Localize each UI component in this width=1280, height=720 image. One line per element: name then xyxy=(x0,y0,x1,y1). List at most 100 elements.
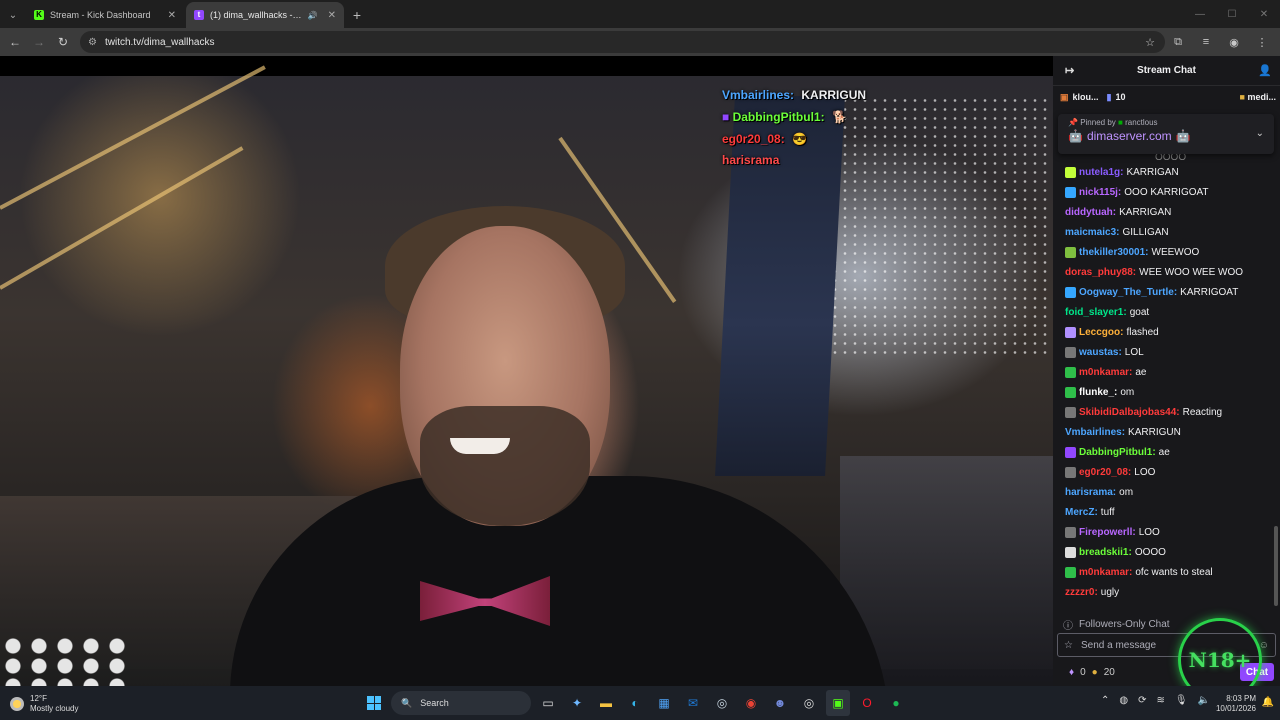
collapse-chat-icon[interactable]: ↦ xyxy=(1065,64,1074,77)
leaderboard[interactable]: ▣ klou... ▮ 10 ■ medi... xyxy=(1053,86,1280,108)
user-badge-icon[interactable] xyxy=(1065,386,1076,398)
chat-username[interactable]: Firepowerll: xyxy=(1079,527,1136,538)
chat-username[interactable]: foid_slayer1: xyxy=(1065,307,1127,318)
pinned-link[interactable]: dimaserver.com xyxy=(1087,129,1172,143)
copilot-icon[interactable]: ✦ xyxy=(565,690,589,716)
user-badge-icon[interactable] xyxy=(1065,166,1076,178)
user-badge-icon[interactable] xyxy=(1065,286,1076,298)
chat-username[interactable]: Vmbairlines: xyxy=(1065,427,1125,438)
user-badge-icon[interactable] xyxy=(1065,186,1076,198)
close-icon[interactable]: ✕ xyxy=(328,10,336,21)
minimize-button[interactable]: — xyxy=(1184,0,1216,28)
user-badge-icon[interactable] xyxy=(1065,366,1076,378)
chat-username[interactable]: nick115j: xyxy=(1079,187,1121,198)
outlook-icon[interactable]: ✉ xyxy=(681,690,705,716)
overlay-username: eg0r20_08: xyxy=(722,132,785,146)
extensions-icon[interactable]: ⧉ xyxy=(1166,31,1190,53)
user-badge-icon[interactable] xyxy=(1065,246,1076,258)
ceiling-beam xyxy=(0,146,244,290)
chat-identity-icon[interactable]: ☆ xyxy=(1064,640,1073,651)
chat-username[interactable]: breadskii1: xyxy=(1079,547,1132,558)
volume-icon[interactable]: 🔈 xyxy=(1198,695,1210,706)
steam-icon[interactable]: ◎ xyxy=(710,690,734,716)
kick-app-icon[interactable]: ▣ xyxy=(826,690,850,716)
chat-username[interactable]: m0nkamar: xyxy=(1079,367,1132,378)
user-badge-icon[interactable] xyxy=(1065,446,1076,458)
close-window-button[interactable]: ✕ xyxy=(1248,0,1280,28)
pinned-message[interactable]: 📌 Pinned by ■ ranctlous 🤖 dimaserver.com… xyxy=(1058,114,1274,154)
spotify-icon[interactable]: ● xyxy=(884,690,908,716)
task-view-icon[interactable]: ▭ xyxy=(536,690,560,716)
chat-username[interactable]: DabbingPitbul1: xyxy=(1079,447,1156,458)
reload-button[interactable]: ↻ xyxy=(51,30,75,54)
chat-username[interactable]: doras_phuy88: xyxy=(1065,267,1136,278)
store-icon[interactable]: ▦ xyxy=(652,690,676,716)
message-text: om xyxy=(1120,386,1135,398)
emote-icon: 🤖 xyxy=(1175,129,1191,143)
new-tab-button[interactable]: + xyxy=(346,2,368,28)
taskbar-search[interactable]: 🔍 Search xyxy=(391,691,531,715)
forward-button[interactable]: → xyxy=(27,30,51,54)
app-tray-icon[interactable]: ◍ xyxy=(1119,695,1128,706)
audio-icon[interactable]: 🔊 xyxy=(308,11,318,20)
close-icon[interactable]: ✕ xyxy=(168,10,176,21)
back-button[interactable]: ← xyxy=(3,30,27,54)
chat-username[interactable]: Leccgoo: xyxy=(1079,327,1123,338)
chat-username[interactable]: eg0r20_08: xyxy=(1079,467,1131,478)
chat-username[interactable]: MercZ: xyxy=(1065,507,1098,518)
chat-username[interactable]: maicmaic3: xyxy=(1065,227,1119,238)
video-player[interactable]: Vmbairlines: KARRIGUN ■ DabbingPitbul1: … xyxy=(0,56,1053,686)
user-badge-icon[interactable] xyxy=(1065,406,1076,418)
bookmark-star-icon[interactable]: ☆ xyxy=(1145,36,1155,49)
chat-username[interactable]: m0nkamar: xyxy=(1079,567,1132,578)
search-label: Search xyxy=(420,698,449,708)
channel-points-icon[interactable]: ● xyxy=(1092,667,1098,678)
wifi-icon[interactable]: ≋ xyxy=(1156,695,1164,706)
chat-username[interactable]: thekiller30001: xyxy=(1079,247,1149,258)
chrome-icon[interactable]: ◉ xyxy=(739,690,763,716)
tab-search-icon[interactable]: ⌄ xyxy=(0,2,26,28)
weather-widget[interactable]: 12°F Mostly cloudy xyxy=(10,694,78,714)
site-info-icon[interactable]: ⚙ xyxy=(88,37,97,48)
menu-icon[interactable]: ⋮ xyxy=(1250,31,1274,53)
maximize-button[interactable]: ☐ xyxy=(1216,0,1248,28)
clock[interactable]: 8:03 PM 10/01/2026 xyxy=(1216,694,1256,714)
edge-icon[interactable]: ◐ xyxy=(623,690,647,716)
chat-username[interactable]: flunke_: xyxy=(1079,387,1117,398)
tab-twitch[interactable]: t (1) dima_wallhacks - Twitch 🔊 ✕ xyxy=(186,2,344,28)
notification-bell-icon[interactable]: 🔔 xyxy=(1262,697,1274,708)
bits-icon[interactable]: ♦ xyxy=(1069,667,1074,678)
chat-username[interactable]: zzzzr0: xyxy=(1065,587,1098,598)
community-icon[interactable]: 👤 xyxy=(1258,64,1272,77)
user-badge-icon[interactable] xyxy=(1065,546,1076,558)
microphone-icon[interactable]: 🎙 xyxy=(1175,695,1188,706)
discord-icon[interactable]: ☻ xyxy=(768,690,792,716)
chat-header: ↦ Stream Chat 👤 xyxy=(1053,56,1280,86)
profile-icon[interactable]: ◉ xyxy=(1222,31,1246,53)
chat-username[interactable]: SkibidiDalbajobas44: xyxy=(1079,407,1180,418)
stream-video-frame xyxy=(0,65,1053,686)
overlay-chat-line: ■ DabbingPitbul1: 🐕 xyxy=(722,110,847,124)
user-badge-icon[interactable] xyxy=(1065,566,1076,578)
chat-username[interactable]: waustas: xyxy=(1079,347,1122,358)
chevron-up-icon[interactable]: ⌃ xyxy=(1101,695,1109,706)
opera-icon[interactable]: O xyxy=(855,690,879,716)
tab-kick-dashboard[interactable]: K Stream - Kick Dashboard ✕ xyxy=(26,2,184,28)
start-button[interactable] xyxy=(362,690,386,716)
network-tray-icon[interactable]: ⟳ xyxy=(1138,695,1146,706)
obs-icon[interactable]: ◎ xyxy=(797,690,821,716)
media-controls-icon[interactable]: ≡ xyxy=(1194,31,1218,53)
chat-username[interactable]: harisrama: xyxy=(1065,487,1116,498)
chevron-down-icon[interactable]: ⌄ xyxy=(1256,128,1264,139)
chat-username[interactable]: Oogway_The_Turtle: xyxy=(1079,287,1177,298)
user-badge-icon[interactable] xyxy=(1065,526,1076,538)
file-explorer-icon[interactable]: ▬ xyxy=(594,690,618,716)
user-badge-icon[interactable] xyxy=(1065,326,1076,338)
chat-scrollbar[interactable] xyxy=(1274,526,1278,606)
chat-username[interactable]: nutela1g: xyxy=(1079,167,1123,178)
gift-icon: ▮ xyxy=(1106,91,1112,102)
chat-username[interactable]: diddytuah: xyxy=(1065,207,1116,218)
address-bar[interactable]: ⚙ twitch.tv/dima_wallhacks ☆ xyxy=(80,31,1165,53)
user-badge-icon[interactable] xyxy=(1065,346,1076,358)
user-badge-icon[interactable] xyxy=(1065,466,1076,478)
